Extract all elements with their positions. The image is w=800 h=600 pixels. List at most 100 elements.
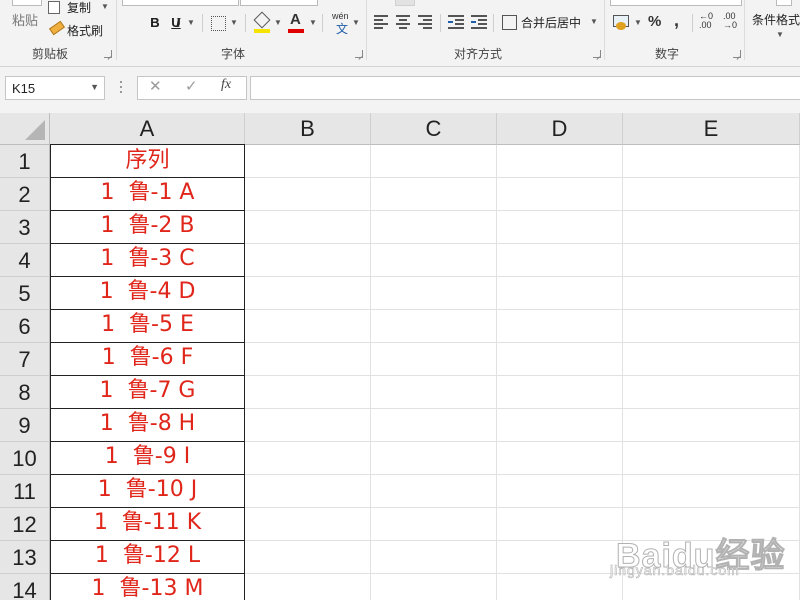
cell-a1[interactable]: 序列 — [50, 144, 245, 178]
cell-a12[interactable]: 1 鲁-11 K — [50, 507, 245, 541]
chevron-down-icon[interactable]: ▼ — [634, 18, 642, 27]
cell-a10[interactable]: 1 鲁-9 I — [50, 441, 245, 475]
cell-d14[interactable] — [497, 574, 623, 600]
conditional-format-button[interactable]: 条件格式 — [752, 11, 800, 28]
row-header-9[interactable]: 9 — [0, 409, 50, 442]
select-all-button[interactable] — [0, 113, 50, 145]
cell-a13[interactable]: 1 鲁-12 L — [50, 540, 245, 574]
cell-b8[interactable] — [245, 376, 371, 409]
cell-b10[interactable] — [245, 442, 371, 475]
cell-c11[interactable] — [371, 475, 497, 508]
cell-b4[interactable] — [245, 244, 371, 277]
name-box[interactable]: K15 ▼ — [5, 76, 105, 100]
cell-c10[interactable] — [371, 442, 497, 475]
clipboard-launcher-icon[interactable] — [104, 50, 112, 58]
cell-c6[interactable] — [371, 310, 497, 343]
cell-e7[interactable] — [623, 343, 800, 376]
conditional-format-icon[interactable] — [776, 0, 792, 6]
cell-d2[interactable] — [497, 178, 623, 211]
comma-button[interactable]: , — [674, 10, 679, 31]
cell-d10[interactable] — [497, 442, 623, 475]
cell-d7[interactable] — [497, 343, 623, 376]
decrease-decimal-button[interactable]: .00 →0 — [723, 12, 741, 30]
cell-c3[interactable] — [371, 211, 497, 244]
cell-a4[interactable]: 1 鲁-3 C — [50, 243, 245, 277]
percent-button[interactable]: % — [648, 13, 661, 30]
row-header-2[interactable]: 2 — [0, 178, 50, 211]
cell-e4[interactable] — [623, 244, 800, 277]
cell-c1[interactable] — [371, 145, 497, 178]
row-header-6[interactable]: 6 — [0, 310, 50, 343]
column-header-a[interactable]: A — [50, 113, 245, 145]
paste-button[interactable]: 粘贴 — [12, 10, 38, 29]
cell-d12[interactable] — [497, 508, 623, 541]
cell-a9[interactable]: 1 鲁-8 H — [50, 408, 245, 442]
row-header-12[interactable]: 12 — [0, 508, 50, 541]
cell-b1[interactable] — [245, 145, 371, 178]
row-header-11[interactable]: 11 — [0, 475, 50, 508]
chevron-down-icon[interactable]: ▼ — [352, 18, 360, 27]
cell-b5[interactable] — [245, 277, 371, 310]
accounting-format-button[interactable] — [613, 13, 631, 31]
chevron-down-icon[interactable]: ▼ — [90, 82, 99, 92]
row-header-8[interactable]: 8 — [0, 376, 50, 409]
cell-c13[interactable] — [371, 541, 497, 574]
top-align-icon[interactable] — [395, 0, 415, 6]
alignment-launcher-icon[interactable] — [593, 50, 601, 58]
cell-a5[interactable]: 1 鲁-4 D — [50, 276, 245, 310]
column-header-b[interactable]: B — [245, 113, 371, 145]
cell-b13[interactable] — [245, 541, 371, 574]
cell-b3[interactable] — [245, 211, 371, 244]
increase-decimal-button[interactable]: ←0 .00 — [699, 12, 717, 30]
cell-b7[interactable] — [245, 343, 371, 376]
cell-c8[interactable] — [371, 376, 497, 409]
cell-d11[interactable] — [497, 475, 623, 508]
cell-c12[interactable] — [371, 508, 497, 541]
chevron-down-icon[interactable]: ▼ — [776, 30, 784, 39]
formula-input[interactable] — [250, 76, 800, 100]
cell-e1[interactable] — [623, 145, 800, 178]
enter-icon[interactable]: ✓ — [185, 77, 198, 95]
formula-bar-grip-icon[interactable] — [120, 81, 122, 95]
cell-d4[interactable] — [497, 244, 623, 277]
cell-e10[interactable] — [623, 442, 800, 475]
cell-a7[interactable]: 1 鲁-6 F — [50, 342, 245, 376]
column-header-c[interactable]: C — [371, 113, 497, 145]
font-color-button[interactable]: A — [288, 11, 304, 35]
row-header-3[interactable]: 3 — [0, 211, 50, 244]
font-launcher-icon[interactable] — [355, 50, 363, 58]
align-left-icon[interactable] — [374, 15, 390, 29]
cell-d1[interactable] — [497, 145, 623, 178]
cell-c2[interactable] — [371, 178, 497, 211]
cell-e8[interactable] — [623, 376, 800, 409]
cell-e11[interactable] — [623, 475, 800, 508]
font-size-box[interactable] — [240, 0, 318, 6]
cell-d3[interactable] — [497, 211, 623, 244]
row-header-4[interactable]: 4 — [0, 244, 50, 277]
increase-indent-icon[interactable] — [471, 15, 487, 29]
row-header-1[interactable]: 1 — [0, 145, 50, 178]
phonetic-button[interactable]: wén 文 — [331, 11, 351, 36]
decrease-indent-icon[interactable] — [448, 15, 464, 29]
cell-c5[interactable] — [371, 277, 497, 310]
row-header-7[interactable]: 7 — [0, 343, 50, 376]
cell-a3[interactable]: 1 鲁-2 B — [50, 210, 245, 244]
number-launcher-icon[interactable] — [733, 50, 741, 58]
chevron-down-icon[interactable]: ▼ — [274, 18, 282, 27]
column-header-e[interactable]: E — [623, 113, 800, 145]
underline-button[interactable]: U — [170, 13, 182, 33]
cell-b14[interactable] — [245, 574, 371, 600]
cancel-icon[interactable]: ✕ — [149, 77, 162, 95]
fill-color-button[interactable] — [253, 11, 271, 34]
cell-c14[interactable] — [371, 574, 497, 600]
insert-function-icon[interactable]: fx — [221, 77, 231, 93]
row-header-5[interactable]: 5 — [0, 277, 50, 310]
cell-a6[interactable]: 1 鲁-5 E — [50, 309, 245, 343]
cell-c9[interactable] — [371, 409, 497, 442]
cell-c4[interactable] — [371, 244, 497, 277]
chevron-down-icon[interactable]: ▼ — [230, 18, 238, 27]
column-header-d[interactable]: D — [497, 113, 623, 145]
cell-d9[interactable] — [497, 409, 623, 442]
font-name-box[interactable] — [122, 0, 239, 6]
cell-e6[interactable] — [623, 310, 800, 343]
